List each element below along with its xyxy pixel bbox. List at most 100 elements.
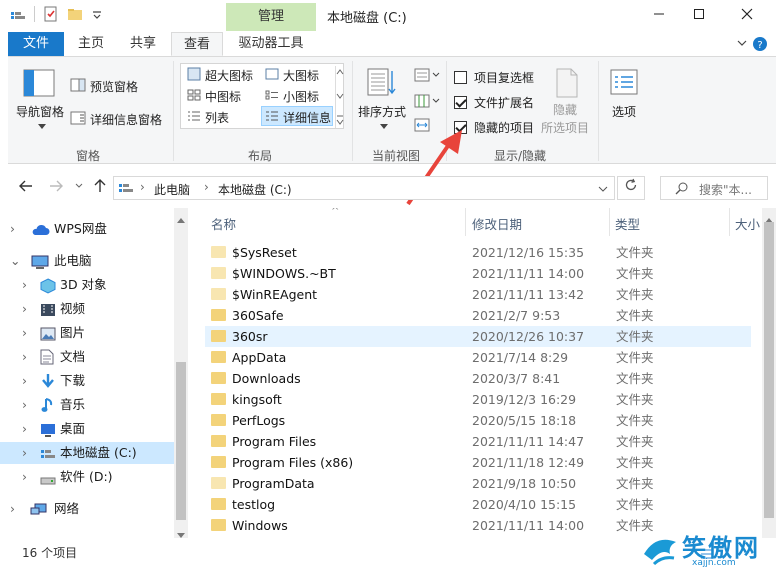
breadcrumb-separator[interactable]: › (140, 180, 145, 194)
app-icon[interactable] (10, 6, 26, 22)
file-extensions-label: 文件扩展名 (474, 96, 535, 110)
chevron-down-icon[interactable] (598, 183, 608, 197)
refresh-button[interactable] (617, 176, 645, 200)
nav-item-downloads[interactable]: › 下载 (0, 370, 174, 392)
nav-item-wps-cloud[interactable]: › WPS网盘 (0, 218, 174, 240)
table-row[interactable]: Program Files 2021/11/11 14:47 文件夹 (205, 431, 751, 452)
chevron-down-icon[interactable] (91, 6, 107, 22)
column-separator[interactable] (729, 208, 730, 236)
layout-extra-large-icons[interactable]: 超大图标 (205, 67, 253, 84)
layout-details[interactable]: 详细信息 (283, 109, 331, 126)
maximize-button[interactable] (676, 0, 722, 30)
folder-icon (211, 267, 226, 279)
tab-file[interactable]: 文件 (8, 32, 64, 56)
scroll-thumb[interactable] (764, 222, 774, 518)
scroll-thumb[interactable] (176, 362, 186, 520)
nav-item-this-pc[interactable]: ⌄ 此电脑 (0, 250, 174, 272)
forward-button[interactable] (48, 178, 64, 198)
table-row[interactable]: $WINDOWS.~BT 2021/11/11 14:00 文件夹 (205, 263, 751, 284)
chevron-down-icon[interactable] (736, 37, 748, 52)
nav-pane-button[interactable]: 导航窗格 (16, 103, 64, 120)
folder-icon (211, 477, 226, 489)
drive-icon (40, 446, 56, 468)
breadcrumb-separator[interactable]: › (204, 180, 209, 194)
file-extensions-checkbox[interactable] (454, 96, 467, 109)
layout-list[interactable]: 列表 (205, 109, 229, 126)
column-header-date[interactable]: 修改日期 (472, 214, 522, 233)
close-button[interactable] (724, 0, 770, 30)
nav-item-music[interactable]: › 音乐 (0, 394, 174, 416)
computer-icon (30, 254, 50, 276)
chevron-down-icon[interactable] (38, 119, 46, 133)
quick-access-toolbar (10, 6, 107, 22)
layout-small-icons[interactable]: 小图标 (283, 88, 319, 105)
breadcrumb-this-pc[interactable]: 此电脑 (154, 181, 190, 198)
file-list-scrollbar[interactable] (762, 208, 776, 538)
table-row[interactable]: PerfLogs 2020/5/15 18:18 文件夹 (205, 410, 751, 431)
recent-locations-button[interactable] (74, 178, 84, 198)
tab-share[interactable]: 共享 (118, 32, 168, 56)
chevron-down-icon[interactable] (380, 119, 388, 133)
nav-item-videos[interactable]: › 视频 (0, 298, 174, 320)
layout-medium-icons[interactable]: 中图标 (205, 88, 241, 105)
group-by-icon[interactable] (414, 67, 440, 86)
table-row[interactable]: AppData 2021/7/14 8:29 文件夹 (205, 347, 751, 368)
nav-item-3d-objects[interactable]: › 3D 对象 (0, 274, 174, 296)
table-row[interactable]: 360sr 2020/12/26 10:37 文件夹 (205, 326, 751, 347)
group-label-panes: 窗格 (76, 149, 101, 163)
table-row[interactable]: testlog 2020/4/10 15:15 文件夹 (205, 494, 751, 515)
nav-item-network[interactable]: › 网络 (0, 498, 174, 520)
column-header-type[interactable]: 类型 (615, 214, 640, 233)
table-row[interactable]: ProgramData 2021/9/18 10:50 文件夹 (205, 473, 751, 494)
folder-icon (211, 519, 226, 531)
new-folder-icon[interactable] (67, 6, 83, 22)
scroll-down-icon[interactable] (177, 528, 185, 542)
tab-drive-tools[interactable]: 驱动器工具 (226, 32, 316, 56)
table-row[interactable]: Program Files (x86) 2021/11/18 12:49 文件夹 (205, 452, 751, 473)
table-row[interactable]: $WinREAgent 2021/11/11 13:42 文件夹 (205, 284, 751, 305)
table-row[interactable]: 360Safe 2021/2/7 9:53 文件夹 (205, 305, 751, 326)
nav-pane-scrollbar[interactable] (174, 208, 188, 538)
table-row[interactable]: $SysReset 2021/12/16 15:35 文件夹 (205, 242, 751, 263)
sort-by-icon[interactable] (366, 67, 396, 102)
column-header-name[interactable]: 名称 (211, 214, 236, 233)
column-separator[interactable] (609, 208, 610, 236)
folder-icon (211, 309, 226, 321)
music-icon (40, 397, 56, 420)
layout-large-icons[interactable]: 大图标 (283, 67, 319, 84)
folder-icon (211, 246, 226, 258)
nav-item-software-d[interactable]: › 软件 (D:) (0, 466, 174, 488)
address-bar[interactable]: › 此电脑 › 本地磁盘 (C:) (113, 176, 615, 200)
tab-view[interactable]: 查看 (171, 32, 223, 56)
breadcrumb-local-disk[interactable]: 本地磁盘 (C:) (218, 181, 292, 198)
table-row[interactable]: Downloads 2020/3/7 8:41 文件夹 (205, 368, 751, 389)
sort-by-button[interactable]: 排序方式 (358, 103, 406, 120)
nav-item-desktop[interactable]: › 桌面 (0, 418, 174, 440)
search-box[interactable]: 搜索"本... (660, 176, 768, 200)
layout-gallery-scroll[interactable] (335, 66, 344, 128)
hide-selected-line2[interactable]: 所选项目 (541, 119, 589, 136)
column-header-size[interactable]: 大小 (735, 214, 760, 233)
table-row[interactable]: kingsoft 2019/12/3 16:29 文件夹 (205, 389, 751, 410)
tab-home[interactable]: 主页 (66, 32, 116, 56)
properties-icon[interactable] (43, 6, 59, 22)
scroll-up-icon[interactable] (177, 212, 185, 226)
hide-selected-line1[interactable]: 隐藏 (553, 101, 577, 118)
tab-manage[interactable]: 管理 (226, 3, 316, 31)
help-icon[interactable]: ? (752, 36, 768, 55)
navigation-bar: › 此电脑 › 本地磁盘 (C:) 搜索"本... (0, 170, 776, 204)
nav-item-local-disk-c[interactable]: › 本地磁盘 (C:) (0, 442, 174, 464)
hide-selected-icon[interactable] (554, 67, 580, 102)
options-icon[interactable] (608, 67, 640, 102)
add-columns-icon[interactable] (414, 93, 440, 112)
details-pane-button[interactable]: 详细信息窗格 (90, 111, 162, 128)
options-button[interactable]: 选项 (612, 103, 636, 120)
preview-pane-button[interactable]: 预览窗格 (90, 78, 138, 95)
nav-item-documents[interactable]: › 文档 (0, 346, 174, 368)
up-button[interactable] (92, 178, 108, 198)
nav-pane-icon[interactable] (22, 67, 56, 104)
item-checkboxes-checkbox[interactable] (454, 71, 467, 84)
column-separator[interactable] (465, 208, 466, 236)
nav-item-pictures[interactable]: › 图片 (0, 322, 174, 344)
back-button[interactable] (18, 178, 34, 198)
